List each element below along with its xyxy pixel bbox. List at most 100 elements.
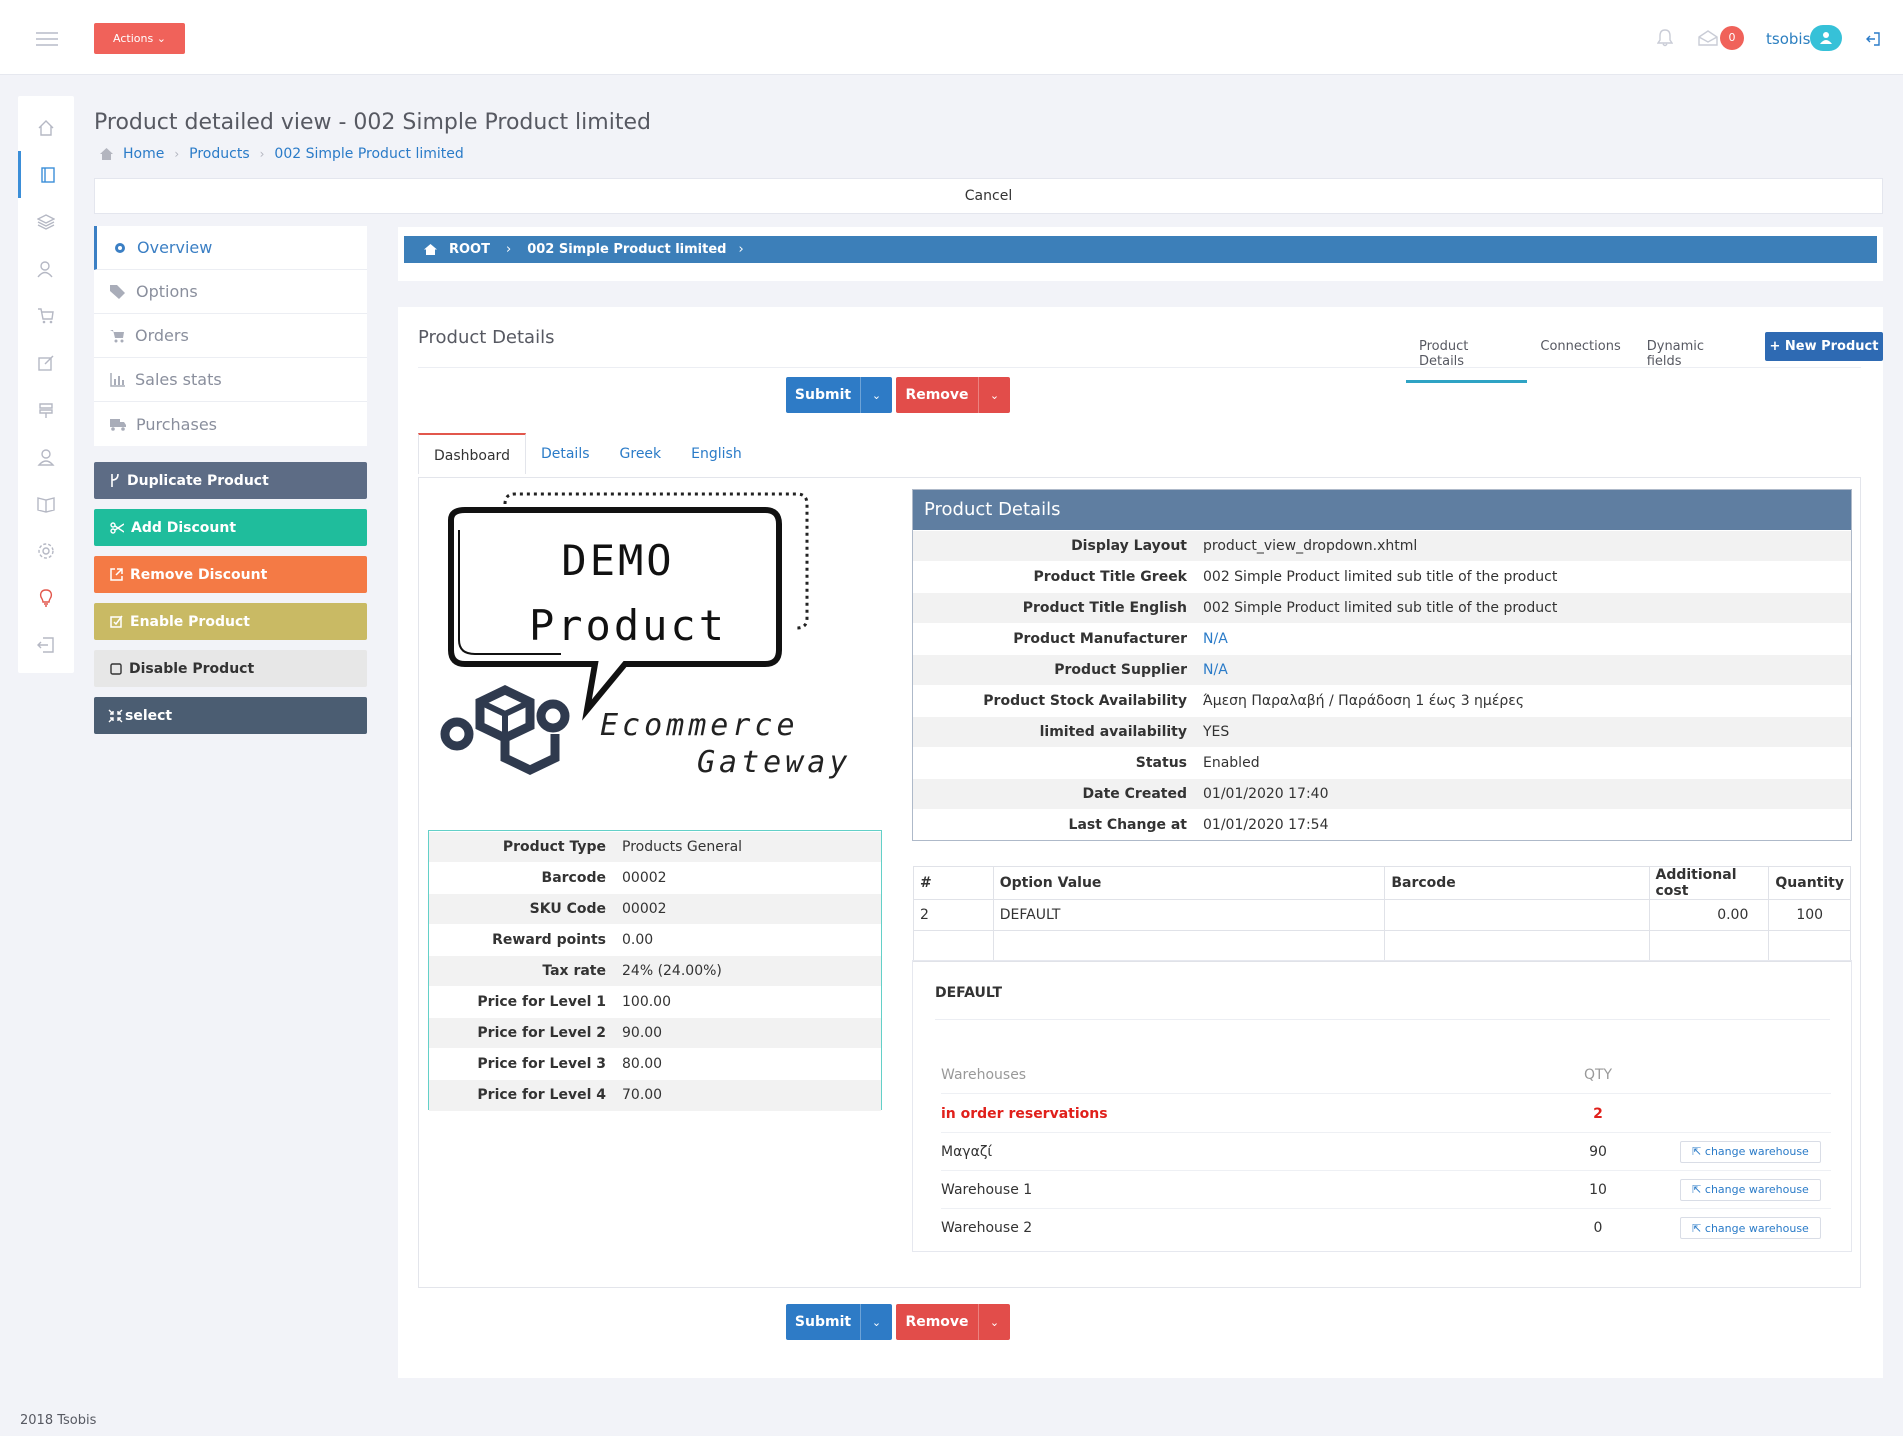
row-value: 00002	[614, 893, 881, 925]
users-icon[interactable]	[18, 245, 74, 292]
remove-button-bottom[interactable]: Remove	[896, 1304, 978, 1340]
path-separator: ›	[505, 242, 512, 257]
duplicate-product-button[interactable]: Duplicate Product	[94, 462, 367, 499]
table-row: Display Layout product_view_dropdown.xhtm…	[913, 530, 1851, 562]
external-link-icon	[110, 568, 123, 581]
side-menu-item-purchases[interactable]: Purchases	[94, 402, 367, 446]
breadcrumb-home-link[interactable]: Home	[123, 146, 164, 162]
breadcrumb-current-link[interactable]: 002 Simple Product limited	[274, 146, 463, 162]
breadcrumb-separator: ›	[174, 147, 180, 161]
row-value: YES	[1195, 716, 1851, 748]
breadcrumb-separator: ›	[259, 147, 265, 161]
panel-title: Product Details	[418, 327, 555, 348]
row-value[interactable]: N/A	[1195, 654, 1851, 686]
change-warehouse-button[interactable]: ⇱ change warehouse	[1680, 1140, 1821, 1163]
disable-product-button[interactable]: Disable Product	[94, 650, 367, 687]
change-warehouse-button[interactable]: ⇱ change warehouse	[1680, 1217, 1821, 1239]
avatar[interactable]	[1810, 25, 1842, 51]
side-menu-item-sales-stats[interactable]: Sales stats	[94, 358, 367, 402]
col-header-barcode: Barcode	[1384, 866, 1650, 900]
submit-button-bottom[interactable]: Submit	[786, 1304, 860, 1340]
submit-button[interactable]: Submit	[786, 377, 860, 413]
add-discount-button[interactable]: Add Discount	[94, 509, 367, 546]
user-icon[interactable]	[18, 433, 74, 480]
settings-icon[interactable]	[18, 527, 74, 574]
row-key: Tax rate	[429, 955, 614, 987]
submit-dropdown-toggle[interactable]: ⌄	[860, 377, 892, 413]
tab-english[interactable]: English	[676, 433, 757, 474]
ecommerce-gateway-logo-icon	[440, 685, 570, 775]
product-side-menu: Overview Options Orders Sales stats Purc…	[94, 226, 367, 446]
product-details-box: Product Details Display Layout product_vi…	[912, 489, 1852, 841]
tab-connections[interactable]: Connections	[1527, 325, 1633, 365]
hamburger-menu-icon[interactable]	[36, 32, 58, 46]
row-key: Product Stock Availability	[913, 685, 1195, 717]
mail-icon[interactable]	[1698, 30, 1718, 46]
tab-dynamic-fields[interactable]: Dynamic fields	[1634, 325, 1753, 380]
breadcrumb-products-link[interactable]: Products	[189, 146, 249, 162]
icon-rail	[18, 96, 74, 673]
remove-split-button: Remove ⌄	[896, 377, 1010, 413]
submit-dropdown-toggle-bottom[interactable]: ⌄	[860, 1304, 892, 1340]
signpost-icon[interactable]	[18, 386, 74, 433]
col-header-additional-cost: Additional cost	[1648, 866, 1770, 900]
edit-icon[interactable]	[18, 339, 74, 386]
table-row: Product Manufacturer N/A	[913, 623, 1851, 655]
row-key: limited availability	[913, 716, 1195, 748]
gear-icon	[115, 242, 125, 253]
enable-product-button[interactable]: Enable Product	[94, 603, 367, 640]
remove-split-button-bottom: Remove ⌄	[896, 1304, 1010, 1340]
actions-dropdown-button[interactable]: Actions ⌄	[94, 23, 185, 54]
cancel-button[interactable]: Cancel	[94, 178, 1883, 214]
demo-image-text-line2: Product	[529, 601, 727, 650]
side-menu-item-options[interactable]: Options	[94, 270, 367, 314]
cart-icon[interactable]	[18, 292, 74, 339]
tab-dashboard[interactable]: Dashboard	[418, 433, 526, 474]
book-icon[interactable]	[18, 151, 74, 198]
new-product-button[interactable]: + New Product	[1764, 332, 1884, 361]
table-row: Barcode 00002	[429, 862, 881, 894]
current-product-link[interactable]: 002 Simple Product limited	[527, 242, 726, 257]
signout-icon[interactable]	[18, 621, 74, 668]
row-key: SKU Code	[429, 893, 614, 925]
tags-icon	[110, 284, 125, 299]
open-book-icon[interactable]	[18, 480, 74, 527]
side-menu-item-orders[interactable]: Orders	[94, 314, 367, 358]
change-warehouse-button[interactable]: ⇱ change warehouse	[1680, 1178, 1821, 1201]
table-row[interactable]: 2 DEFAULT 0.00 100	[913, 899, 1851, 931]
lightbulb-icon[interactable]	[18, 574, 74, 621]
remove-discount-button[interactable]: Remove Discount	[94, 556, 367, 593]
demo-image-text-line1: DEMO	[561, 536, 674, 585]
row-value: 002 Simple Product limited sub title of …	[1195, 592, 1851, 624]
root-link[interactable]: ROOT	[449, 242, 490, 257]
side-menu-item-overview[interactable]: Overview	[94, 226, 367, 270]
select-button[interactable]: select	[94, 697, 367, 734]
reservations-label: in order reservations	[941, 1105, 1108, 1122]
remove-dropdown-toggle[interactable]: ⌄	[978, 377, 1010, 413]
row-value: Enabled	[1195, 747, 1851, 779]
remove-dropdown-toggle-bottom[interactable]: ⌄	[978, 1304, 1010, 1340]
row-value: 80.00	[614, 1048, 881, 1080]
logout-icon[interactable]	[1865, 31, 1881, 47]
table-row: Status Enabled	[913, 747, 1851, 779]
tab-details[interactable]: Details	[526, 433, 605, 474]
table-row: Price for Level 2 90.00	[429, 1017, 881, 1049]
username-label[interactable]: tsobis	[1766, 30, 1810, 48]
page-title: Product detailed view - 002 Simple Produ…	[94, 110, 651, 135]
warehouse-row: Warehouse 2 0 ⇱ change warehouse	[941, 1209, 1831, 1247]
product-info-table: Product Type Products General Barcode 00002…	[429, 831, 881, 1111]
tab-product-details[interactable]: Product Details	[1406, 325, 1528, 383]
row-key: Product Type	[429, 831, 614, 863]
table-row: limited availability YES	[913, 716, 1851, 748]
remove-button[interactable]: Remove	[896, 377, 978, 413]
col-header-number: #	[913, 866, 994, 900]
tab-greek[interactable]: Greek	[605, 433, 677, 474]
category-path-bar: ROOT › 002 Simple Product limited ›	[404, 236, 1877, 263]
divider	[935, 1019, 1830, 1020]
row-key: Price for Level 2	[429, 1017, 614, 1049]
row-value[interactable]: N/A	[1195, 623, 1851, 655]
layers-icon[interactable]	[18, 198, 74, 245]
home-icon[interactable]	[18, 104, 74, 151]
table-row: Price for Level 3 80.00	[429, 1048, 881, 1080]
bell-icon[interactable]	[1657, 29, 1673, 47]
